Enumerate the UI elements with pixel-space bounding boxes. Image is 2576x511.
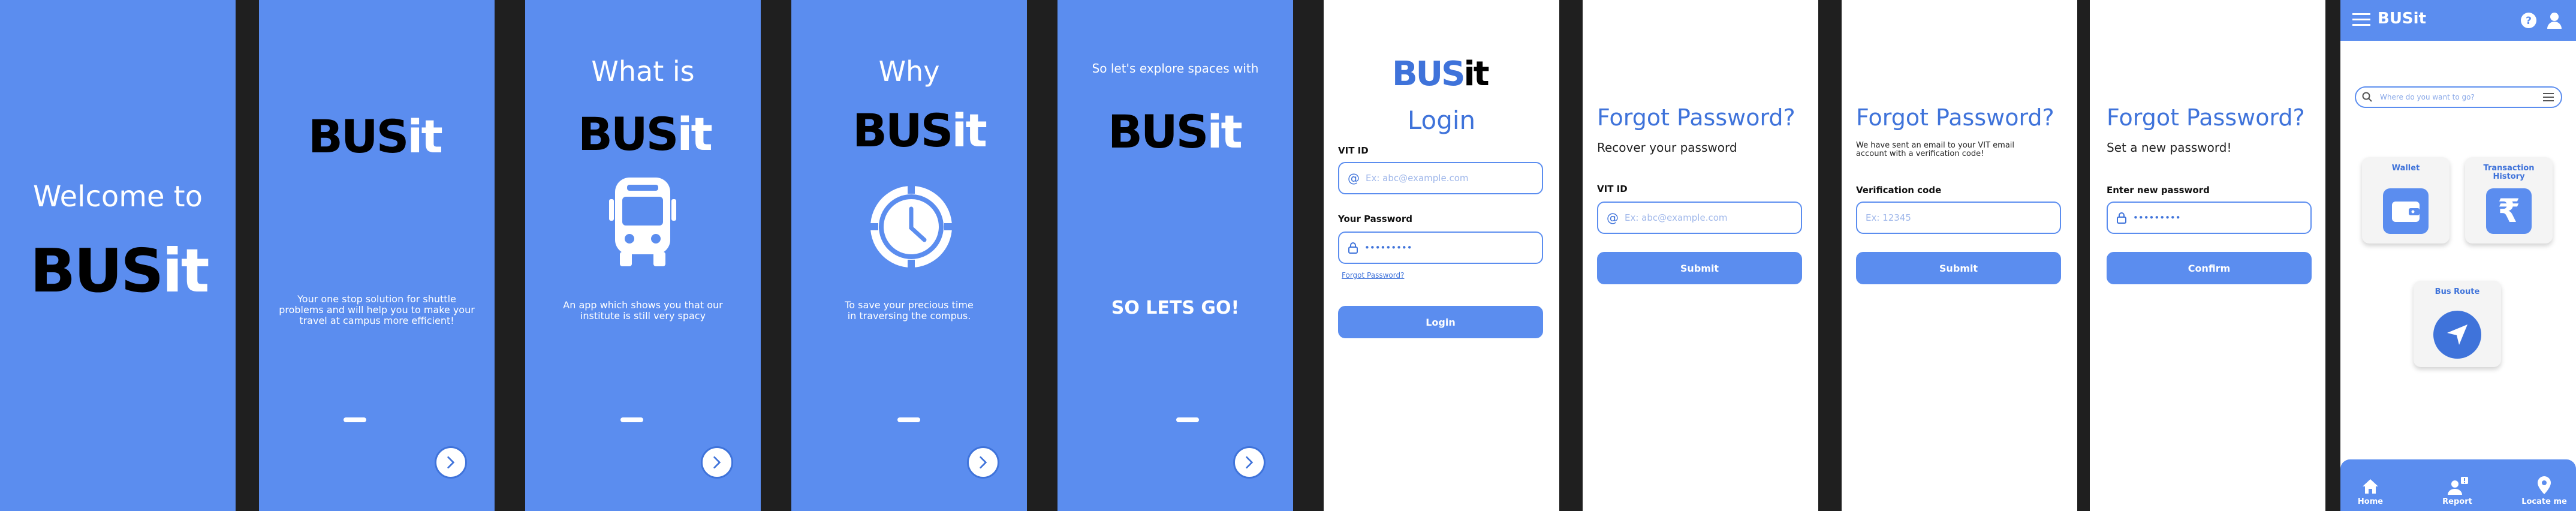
help-icon[interactable]: ? bbox=[2520, 12, 2537, 29]
busit-logo: BUSit bbox=[852, 104, 987, 157]
wallet-icon bbox=[2383, 188, 2429, 234]
at-icon: @ bbox=[1348, 171, 1360, 185]
busit-logo: BUSit bbox=[1392, 55, 1489, 94]
page-indicator bbox=[620, 417, 643, 422]
verification-code-placeholder: Ex: 12345 bbox=[1866, 212, 1911, 223]
lock-icon bbox=[2117, 212, 2126, 224]
bottom-nav: Home Report Locate me bbox=[2340, 459, 2576, 511]
bus-route-label: Bus Route bbox=[2435, 287, 2480, 296]
intro-screen-4: So let's explore spaces with BUSit SO LE… bbox=[1057, 0, 1293, 511]
password-label: Your Password bbox=[1338, 214, 1412, 224]
chevron-right-icon bbox=[1246, 456, 1254, 469]
transaction-history-tile[interactable]: Transaction History ₹ bbox=[2465, 157, 2553, 244]
intro-description: An app which shows you that our institut… bbox=[563, 299, 723, 321]
forgot-subtitle: Set a new password! bbox=[2107, 140, 2232, 155]
busit-logo: BUSit bbox=[1108, 105, 1243, 158]
welcome-text: Welcome to bbox=[32, 180, 203, 214]
welcome-screen: Welcome to BUSit bbox=[0, 0, 236, 511]
intro-screen-2: What is BUSit An app which shows you tha… bbox=[525, 0, 761, 511]
app-header: BUSit ? bbox=[2340, 0, 2576, 41]
next-button[interactable] bbox=[435, 446, 467, 479]
login-screen: BUSit Login VIT ID @ Ex: abc@example.com… bbox=[1324, 0, 1559, 511]
forgot-title: Forgot Password? bbox=[2107, 104, 2305, 131]
verification-code-label: Verification code bbox=[1856, 185, 1942, 196]
nav-report-label: Report bbox=[2442, 497, 2472, 506]
wallet-label: Wallet bbox=[2391, 164, 2420, 173]
forgot-subtitle: Recover your password bbox=[1597, 140, 1737, 155]
busit-logo: BUSit bbox=[578, 107, 713, 161]
next-button[interactable] bbox=[1233, 446, 1266, 479]
forgot-password-screen-3: Forgot Password? Set a new password! Ent… bbox=[2090, 0, 2325, 511]
svg-text:?: ? bbox=[2526, 15, 2532, 27]
page-indicator bbox=[1176, 417, 1199, 422]
search-bar[interactable]: Where do you want to go? bbox=[2355, 86, 2562, 108]
new-password-label: Enter new password bbox=[2107, 185, 2210, 196]
vit-id-label: VIT ID bbox=[1338, 145, 1369, 156]
cta-text: SO LETS GO! bbox=[1111, 297, 1240, 318]
forgot-password-screen-1: Forgot Password? Recover your password V… bbox=[1583, 0, 1818, 511]
forgot-subtitle: We have sent an email to your VIT email … bbox=[1856, 141, 2015, 158]
page-indicator bbox=[897, 417, 920, 422]
search-placeholder: Where do you want to go? bbox=[2380, 93, 2475, 101]
home-icon bbox=[2363, 479, 2378, 494]
intro-heading: What is bbox=[591, 55, 695, 88]
login-button[interactable]: Login bbox=[1338, 306, 1543, 338]
filter-icon[interactable] bbox=[2543, 93, 2554, 101]
forgot-title: Forgot Password? bbox=[1597, 104, 1795, 131]
intro-description: To save your precious time in traversing… bbox=[845, 299, 974, 321]
next-button[interactable] bbox=[701, 446, 733, 479]
nav-home[interactable]: Home bbox=[2352, 478, 2388, 506]
menu-icon[interactable] bbox=[2352, 13, 2370, 26]
intro-heading: Why bbox=[878, 55, 940, 88]
profile-icon[interactable] bbox=[2547, 12, 2562, 29]
lock-icon bbox=[1348, 242, 1358, 254]
submit-button[interactable]: Submit bbox=[1597, 252, 1802, 284]
new-password-field[interactable]: ••••••••• bbox=[2107, 202, 2312, 234]
search-icon bbox=[2362, 92, 2372, 102]
nav-locate-me-label: Locate me bbox=[2521, 497, 2567, 506]
vit-id-placeholder: Ex: abc@example.com bbox=[1366, 173, 1469, 184]
new-password-placeholder: ••••••••• bbox=[2133, 212, 2181, 223]
nav-locate-me[interactable]: Locate me bbox=[2520, 476, 2568, 506]
nav-report[interactable]: Report bbox=[2436, 477, 2478, 506]
confirm-button[interactable]: Confirm bbox=[2107, 252, 2312, 284]
home-screen: BUSit ? Where do you want to go? Wallet … bbox=[2340, 0, 2576, 511]
login-title: Login bbox=[1407, 106, 1476, 135]
forgot-title: Forgot Password? bbox=[1856, 104, 2054, 131]
app-title: BUSit bbox=[2378, 10, 2426, 28]
chevron-right-icon bbox=[713, 456, 721, 469]
bus-route-tile[interactable]: Bus Route bbox=[2414, 281, 2501, 367]
chevron-right-icon bbox=[980, 456, 987, 469]
intro-description: Your one stop solution for shuttle probl… bbox=[279, 293, 475, 326]
vit-id-field[interactable]: @ Ex: abc@example.com bbox=[1338, 162, 1543, 194]
password-field[interactable]: ••••••••• bbox=[1338, 232, 1543, 264]
verification-code-field[interactable]: Ex: 12345 bbox=[1856, 202, 2061, 234]
chevron-right-icon bbox=[447, 456, 455, 469]
nav-home-label: Home bbox=[2357, 497, 2384, 506]
report-icon bbox=[2448, 477, 2468, 495]
vit-id-field[interactable]: @ Ex: abc@example.com bbox=[1597, 202, 1802, 234]
forgot-password-link[interactable]: Forgot Password? bbox=[1342, 271, 1404, 279]
submit-button[interactable]: Submit bbox=[1856, 252, 2061, 284]
password-placeholder: ••••••••• bbox=[1364, 242, 1412, 253]
busit-logo: BUSit bbox=[30, 236, 210, 306]
intro-screen-3: Why BUSit To save your precious time in … bbox=[791, 0, 1027, 511]
location-pin-icon bbox=[2538, 476, 2551, 494]
next-button[interactable] bbox=[967, 446, 999, 479]
navigation-icon bbox=[2433, 311, 2481, 359]
transaction-history-label: Transaction History bbox=[2483, 164, 2535, 181]
page-indicator bbox=[344, 417, 366, 422]
bus-icon bbox=[609, 178, 676, 266]
clock-icon bbox=[870, 185, 953, 268]
wallet-tile[interactable]: Wallet bbox=[2362, 157, 2450, 244]
intro-heading: So let's explore spaces with bbox=[1092, 61, 1259, 76]
vit-id-label: VIT ID bbox=[1597, 184, 1628, 194]
vit-id-placeholder: Ex: abc@example.com bbox=[1625, 212, 1728, 223]
busit-logo: BUSit bbox=[308, 110, 443, 163]
at-icon: @ bbox=[1607, 211, 1619, 225]
intro-screen-1: BUSit Your one stop solution for shuttle… bbox=[259, 0, 495, 511]
rupee-icon: ₹ bbox=[2486, 188, 2532, 234]
forgot-password-screen-2: Forgot Password? We have sent an email t… bbox=[1842, 0, 2077, 511]
